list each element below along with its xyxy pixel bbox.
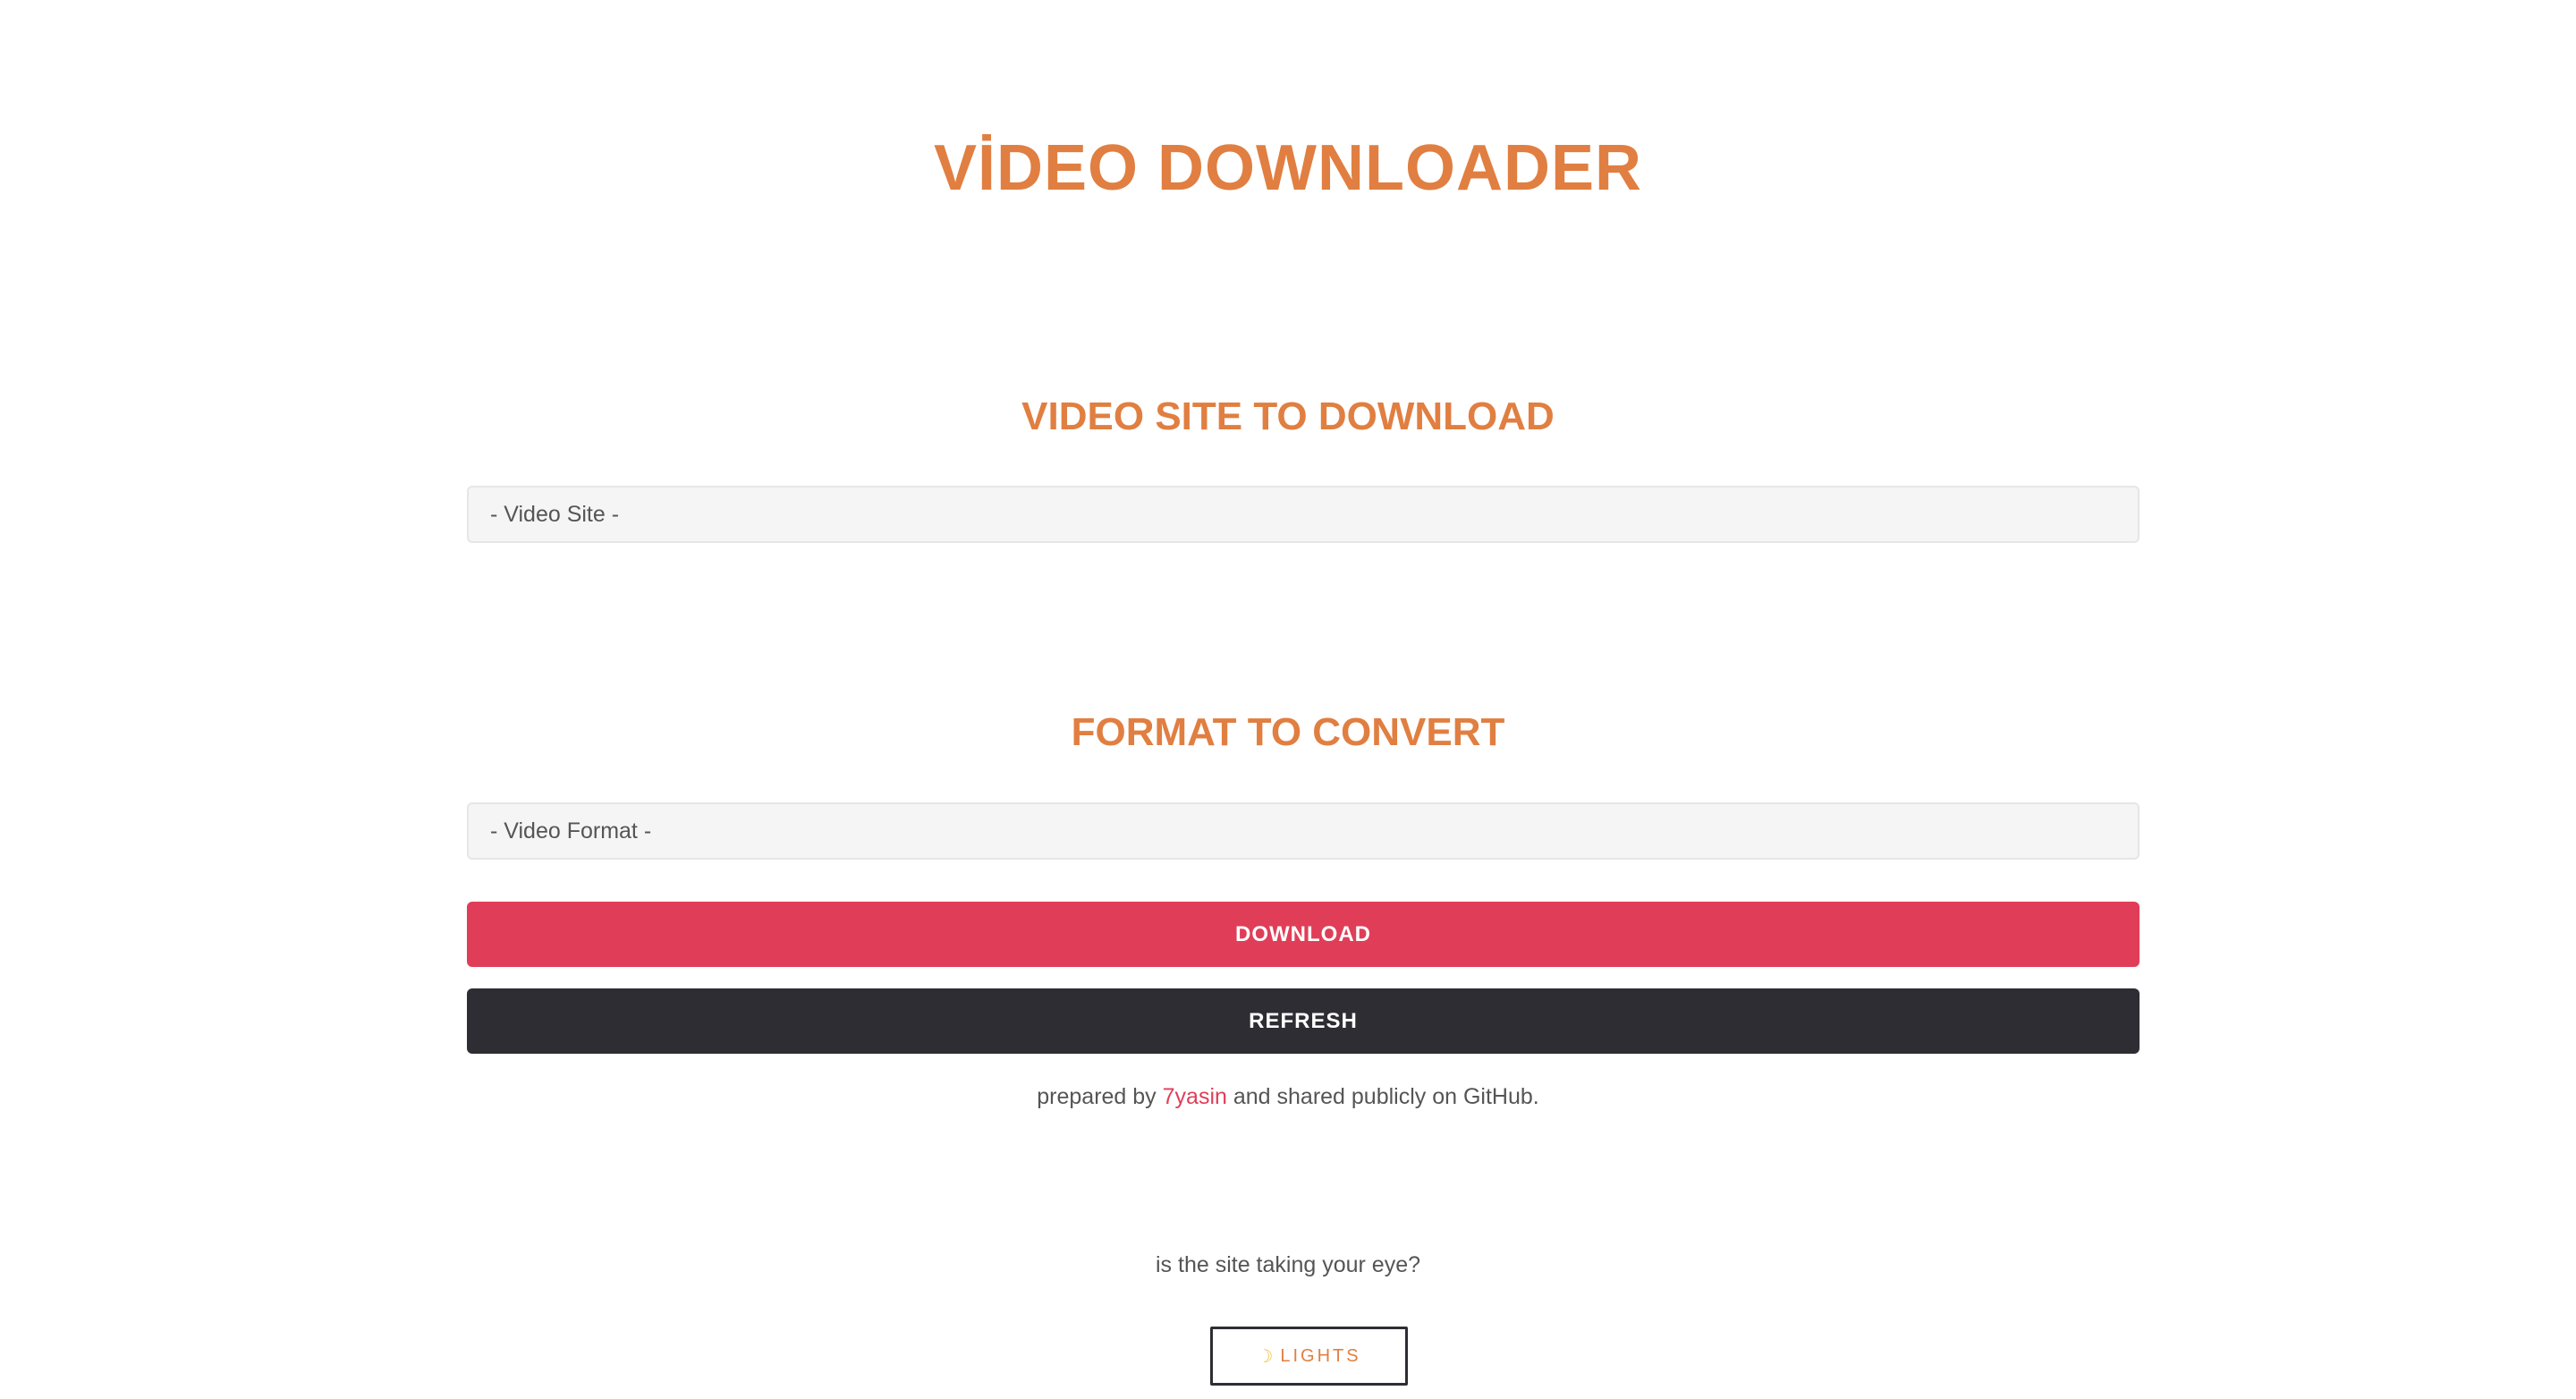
- credit-prefix: prepared by: [1037, 1084, 1157, 1109]
- refresh-button[interactable]: REFRESH: [467, 988, 2140, 1054]
- credit-suffix: and shared publicly on GitHub.: [1233, 1084, 1539, 1109]
- video-site-select[interactable]: - Video Site -: [467, 486, 2140, 543]
- theme-question: is the site taking your eye?: [1156, 1252, 1420, 1277]
- lights-toggle-button[interactable]: ☽ LIGHTS: [1210, 1327, 1408, 1386]
- lights-label: LIGHTS: [1280, 1345, 1361, 1366]
- video-format-select-value: - Video Format -: [490, 818, 652, 844]
- page-title: VİDEO DOWNLOADER: [933, 132, 1642, 204]
- download-button[interactable]: DOWNLOAD: [467, 902, 2140, 967]
- video-site-select-value: - Video Site -: [490, 501, 620, 527]
- format-heading: FORMAT TO CONVERT: [1071, 710, 1505, 754]
- moon-icon: ☽: [1257, 1346, 1274, 1367]
- credit-text: prepared by 7yasin and shared publicly o…: [0, 1081, 2576, 1113]
- author-link[interactable]: 7yasin: [1163, 1084, 1227, 1109]
- video-site-heading: VIDEO SITE TO DOWNLOAD: [1021, 394, 1555, 438]
- video-format-select[interactable]: - Video Format -: [467, 802, 2140, 860]
- page: VİDEO DOWNLOADER VIDEO SITE TO DOWNLOAD …: [0, 0, 2576, 1399]
